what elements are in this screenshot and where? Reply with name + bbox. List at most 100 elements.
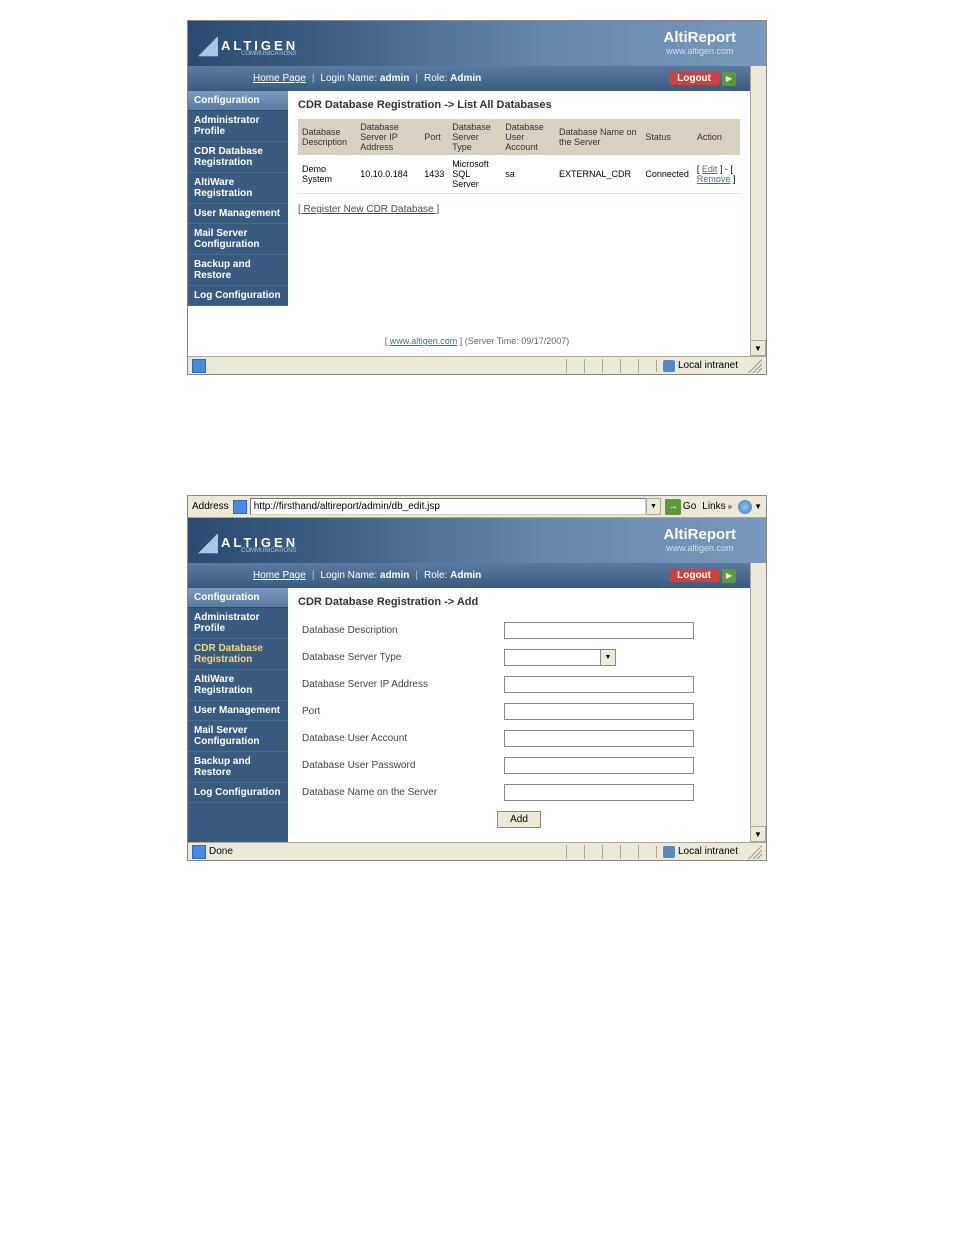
brand-title: AltiReport <box>664 526 737 543</box>
window-list-databases: ▲ ◢ ALTIGEN COMMUNICATIONS AltiReport ww… <box>187 20 767 375</box>
app-header: ◢ ALTIGEN COMMUNICATIONS AltiReport www.… <box>188 518 766 563</box>
input-db-server-ip[interactable] <box>504 676 694 693</box>
label-db-description: Database Description <box>300 618 500 643</box>
sidebar-item-cdr-db-registration[interactable]: CDR Database Registration <box>188 639 288 670</box>
intranet-icon <box>663 360 675 372</box>
add-button[interactable]: Add <box>497 811 541 828</box>
sidebar: Configuration Administrator Profile CDR … <box>188 588 288 842</box>
th-description: Database Description <box>298 119 356 155</box>
role-label: Role: <box>424 570 447 581</box>
page-title: CDR Database Registration -> List All Da… <box>298 99 740 111</box>
zone-label: Local intranet <box>678 846 738 857</box>
logout-button[interactable]: Logout <box>669 72 719 85</box>
td-port: 1433 <box>420 155 448 194</box>
links-chevron-icon[interactable]: » <box>728 502 732 511</box>
logout-arrow-icon[interactable]: ▶ <box>722 569 736 583</box>
server-time: (Server Time: 09/17/2007) <box>465 336 570 346</box>
label-db-server-type: Database Server Type <box>300 645 500 670</box>
sidebar-item-altiware-registration[interactable]: AltiWare Registration <box>188 173 288 204</box>
sidebar-item-backup-restore[interactable]: Backup and Restore <box>188 255 288 286</box>
ie-page-icon <box>192 359 206 373</box>
sidebar-heading: Configuration <box>188 91 288 111</box>
go-button[interactable]: → Go <box>665 499 696 515</box>
sidebar-item-backup-restore[interactable]: Backup and Restore <box>188 752 288 783</box>
security-zone: Local intranet <box>656 360 744 372</box>
th-status: Status <box>641 119 693 155</box>
remove-link[interactable]: Remove <box>697 174 731 184</box>
register-new-db-link[interactable]: [ Register New CDR Database ] <box>298 204 439 215</box>
sidebar-heading: Configuration <box>188 588 288 608</box>
td-dbname: EXTERNAL_CDR <box>555 155 641 194</box>
ie-page-icon <box>192 845 206 859</box>
brand-block: AltiReport www.altigen.com <box>664 526 737 553</box>
th-ip: Database Server IP Address <box>356 119 420 155</box>
label-db-password: Database User Password <box>300 753 500 778</box>
logout-button[interactable]: Logout <box>669 569 719 582</box>
sidebar-item-user-management[interactable]: User Management <box>188 204 288 224</box>
select-db-server-type[interactable]: ▼ <box>504 649 616 666</box>
globe-dropdown-icon[interactable]: ▼ <box>754 502 762 511</box>
logo-icon: ◢ <box>198 526 218 556</box>
sidebar-item-cdr-db-registration[interactable]: CDR Database Registration <box>188 142 288 173</box>
resize-grip[interactable] <box>748 845 762 859</box>
home-link[interactable]: Home Page <box>253 73 306 84</box>
sidebar-item-admin-profile[interactable]: Administrator Profile <box>188 608 288 639</box>
brand-url: www.altigen.com <box>664 46 737 56</box>
footer-link[interactable]: www.altigen.com <box>390 336 458 346</box>
label-port: Port <box>300 699 500 724</box>
globe-icon[interactable] <box>738 500 752 514</box>
sidebar-item-log-config[interactable]: Log Configuration <box>188 286 288 306</box>
th-db-name: Database Name on the Server <box>555 119 641 155</box>
status-text: Done <box>209 846 233 857</box>
label-db-server-ip: Database Server IP Address <box>300 672 500 697</box>
logo: ◢ ALTIGEN COMMUNICATIONS <box>198 31 298 57</box>
input-db-user[interactable] <box>504 730 694 747</box>
td-ip: 10.10.0.184 <box>356 155 420 194</box>
scrollbar-vertical[interactable]: ▲ <box>750 21 766 356</box>
nav-bar: Home Page | Login Name: admin | Role: Ad… <box>188 563 766 588</box>
login-name-value: admin <box>380 570 409 581</box>
input-db-description[interactable] <box>504 622 694 639</box>
scroll-down-button[interactable]: ▼ <box>750 340 766 356</box>
table-row: Demo System 10.10.0.184 1433 Microsoft S… <box>298 155 740 194</box>
login-name-value: admin <box>380 73 409 84</box>
logo-icon: ◢ <box>198 29 218 59</box>
home-link[interactable]: Home Page <box>253 570 306 581</box>
scrollbar-vertical[interactable]: ▲ <box>750 518 766 842</box>
input-port[interactable] <box>504 703 694 720</box>
app-header: ◢ ALTIGEN COMMUNICATIONS AltiReport www.… <box>188 21 766 66</box>
role-label: Role: <box>424 73 447 84</box>
role-value: Admin <box>450 570 481 581</box>
chevron-down-icon[interactable]: ▼ <box>600 650 615 665</box>
scroll-down-button[interactable]: ▼ <box>750 826 766 842</box>
content-area: CDR Database Registration -> Add Databas… <box>288 588 750 842</box>
sidebar-item-admin-profile[interactable]: Administrator Profile <box>188 111 288 142</box>
ie-icon <box>233 500 247 514</box>
security-zone: Local intranet <box>656 846 744 858</box>
sidebar-item-mail-server-config[interactable]: Mail Server Configuration <box>188 721 288 752</box>
go-arrow-icon: → <box>665 499 681 515</box>
login-name-label: Login Name: <box>320 570 377 581</box>
resize-grip[interactable] <box>748 359 762 373</box>
links-label[interactable]: Links <box>702 501 725 512</box>
address-input[interactable] <box>250 498 646 515</box>
sidebar-item-user-management[interactable]: User Management <box>188 701 288 721</box>
sidebar-item-mail-server-config[interactable]: Mail Server Configuration <box>188 224 288 255</box>
th-server-type: Database Server Type <box>448 119 501 155</box>
label-db-name: Database Name on the Server <box>300 780 500 805</box>
address-bar: Address ▼ → Go Links » ▼ <box>188 496 766 518</box>
sidebar: Configuration Administrator Profile CDR … <box>188 91 288 306</box>
window-add-database: Address ▼ → Go Links » ▼ ▲ ◢ ALTIGEN COM… <box>187 495 767 861</box>
logout-arrow-icon[interactable]: ▶ <box>722 72 736 86</box>
brand-title: AltiReport <box>664 29 737 46</box>
sidebar-item-altiware-registration[interactable]: AltiWare Registration <box>188 670 288 701</box>
footer: [ www.altigen.com ] (Server Time: 09/17/… <box>188 306 766 356</box>
address-dropdown-icon[interactable]: ▼ <box>646 498 661 515</box>
address-label: Address <box>192 501 229 512</box>
intranet-icon <box>663 846 675 858</box>
sidebar-item-log-config[interactable]: Log Configuration <box>188 783 288 803</box>
input-db-name[interactable] <box>504 784 694 801</box>
input-db-password[interactable] <box>504 757 694 774</box>
edit-link[interactable]: Edit <box>702 164 718 174</box>
td-server-type: Microsoft SQL Server <box>448 155 501 194</box>
